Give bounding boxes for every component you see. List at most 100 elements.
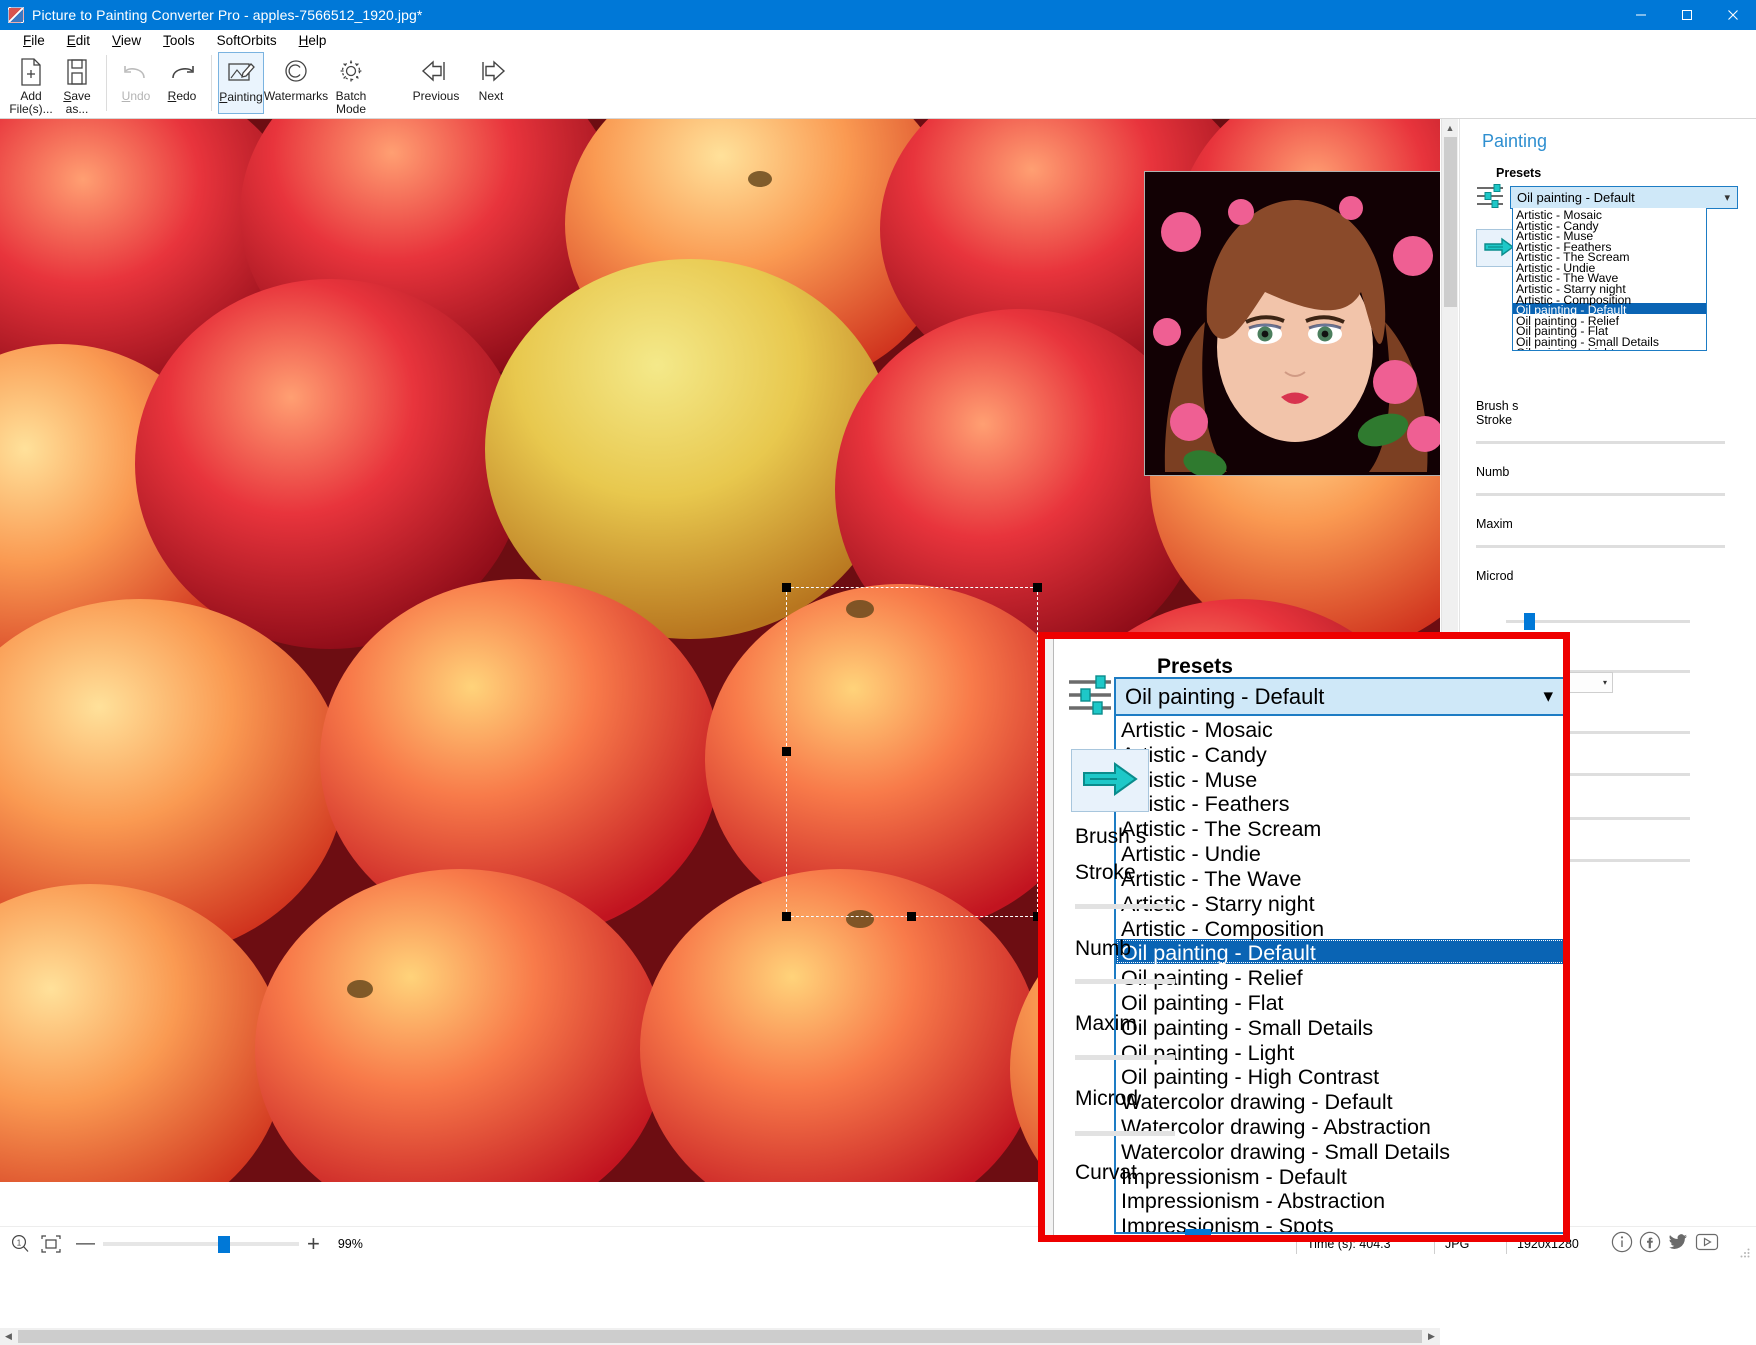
panel-title: Painting	[1482, 131, 1548, 151]
magnifier-label-brush-size: Brush s	[1075, 825, 1147, 848]
toolbar-add-files-button[interactable]: Add File(s)...	[8, 52, 54, 115]
preset-option[interactable]: Artistic - The Wave	[1513, 271, 1706, 285]
slider-knob[interactable]	[1524, 613, 1535, 630]
preset-option[interactable]: Impressionism - Abstraction	[1116, 1187, 1563, 1213]
preset-option[interactable]: Oil painting - Relief	[1116, 964, 1563, 990]
magnifier-preset-listbox[interactable]: Artistic - Mosaic Artistic - Candy Artisti…	[1114, 716, 1563, 1234]
scroll-up-icon[interactable]: ▲	[1442, 119, 1458, 136]
apply-arrow-icon	[1483, 237, 1515, 260]
facebook-icon[interactable]	[1638, 1230, 1662, 1257]
slider-maximum[interactable]	[1476, 537, 1741, 555]
twitter-icon[interactable]	[1666, 1230, 1690, 1257]
preset-option[interactable]: Impressionism - Spots	[1116, 1212, 1563, 1232]
magnifier-preset-combobox[interactable]: Oil painting - Default ▾	[1114, 677, 1563, 716]
menu-softorbits[interactable]: SoftOrbits	[206, 31, 288, 50]
magnifier-apply-button[interactable]	[1071, 749, 1149, 812]
selection-handle-bottom-middle[interactable]	[907, 912, 916, 921]
preset-combobox[interactable]: Oil painting - Default ▾	[1510, 186, 1738, 209]
preset-option[interactable]: Oil painting - Flat	[1116, 989, 1563, 1015]
preset-option[interactable]: Artistic - Undie	[1116, 840, 1563, 866]
zoom-slider[interactable]	[103, 1235, 299, 1253]
preset-option[interactable]: Watercolor drawing - Default	[1116, 1088, 1563, 1114]
vertical-scroll-thumb[interactable]	[1444, 137, 1457, 307]
toolbar-watermarks-button[interactable]: Watermarks	[264, 52, 328, 114]
preset-option[interactable]: Impressionism - Default	[1116, 1163, 1563, 1189]
toolbar-separator-2	[211, 55, 212, 111]
preset-option[interactable]: Artistic - The Wave	[1116, 865, 1563, 891]
preset-option[interactable]: Watercolor drawing - Abstraction	[1116, 1113, 1563, 1139]
toolbar-next-label: Next	[478, 89, 504, 103]
preset-option[interactable]: Oil painting - Default	[1513, 303, 1706, 317]
portrait-preview-image	[1145, 172, 1440, 475]
info-icon[interactable]	[1610, 1230, 1634, 1257]
toolbar-previous-button[interactable]: Previous	[404, 52, 468, 114]
zoom-in-button[interactable]: +	[307, 1231, 320, 1257]
selection-handle-middle-left[interactable]	[782, 747, 791, 756]
toolbar-undo-button[interactable]: Undo	[113, 52, 159, 114]
slider-number[interactable]	[1476, 485, 1741, 503]
fit-to-window-icon[interactable]	[40, 1234, 62, 1254]
preset-option[interactable]: Artistic - Feathers	[1116, 790, 1563, 816]
menu-edit[interactable]: Edit	[56, 31, 101, 50]
toolbar-next-button[interactable]: Next	[468, 52, 514, 114]
toolbar-batch-mode-button[interactable]: Batch Mode	[328, 52, 374, 115]
preview-thumbnail[interactable]	[1144, 171, 1440, 476]
preset-option[interactable]: Oil painting - Light	[1116, 1039, 1563, 1065]
selection-rectangle[interactable]	[782, 583, 1042, 921]
preset-option[interactable]: Artistic - Starry night	[1513, 282, 1706, 296]
preset-option[interactable]: Oil painting - Relief	[1513, 314, 1706, 328]
preset-option[interactable]: Artistic - The Scream	[1513, 250, 1706, 264]
preset-option[interactable]: Artistic - Mosaic	[1513, 208, 1706, 222]
slider-stroke[interactable]	[1476, 433, 1741, 451]
resize-grip[interactable]	[1740, 1246, 1750, 1258]
toolbar-redo-button[interactable]: Redo	[159, 52, 205, 114]
preset-option[interactable]: Artistic - Muse	[1116, 766, 1563, 792]
toolbar-painting-button[interactable]: Painting	[218, 52, 264, 114]
preset-option[interactable]: Oil painting - Small Details	[1513, 335, 1706, 349]
youtube-icon[interactable]	[1694, 1230, 1720, 1257]
preset-listbox[interactable]: Artistic - Mosaic Artistic - Candy Artisti…	[1512, 208, 1707, 351]
preset-option[interactable]: Artistic - Composition	[1116, 915, 1563, 941]
control-label-stroke: Stroke	[1476, 413, 1513, 427]
preset-option[interactable]: Artistic - Feathers	[1513, 240, 1706, 254]
preset-option[interactable]: Artistic - Candy	[1116, 741, 1563, 767]
minimize-button[interactable]	[1618, 0, 1664, 30]
selection-handle-top-right[interactable]	[1033, 583, 1042, 592]
magnifier-track-3[interactable]	[1075, 1055, 1175, 1060]
zoom-icon[interactable]: 1	[10, 1234, 30, 1254]
preset-option[interactable]: Artistic - Candy	[1513, 219, 1706, 233]
magnifier-track-4[interactable]	[1075, 1131, 1175, 1136]
selection-handle-bottom-left[interactable]	[782, 912, 791, 921]
preset-option[interactable]: Artistic - Composition	[1513, 293, 1706, 307]
slider-1[interactable]	[1506, 612, 1706, 630]
magnifier-bottom-knob[interactable]	[1185, 1229, 1211, 1235]
scroll-left-icon[interactable]: ◀	[0, 1331, 17, 1342]
toolbar-painting-label: Painting	[219, 90, 263, 104]
maximize-button[interactable]	[1664, 0, 1710, 30]
preset-option[interactable]: Oil painting - Default	[1116, 939, 1563, 965]
toolbar-save-as-button[interactable]: Save as...	[54, 52, 100, 115]
close-button[interactable]	[1710, 0, 1756, 30]
save-icon	[64, 57, 90, 87]
menu-view[interactable]: View	[101, 31, 152, 50]
horizontal-scroll-thumb[interactable]	[18, 1330, 1422, 1343]
preset-option[interactable]: Artistic - Mosaic	[1116, 716, 1563, 742]
preset-option[interactable]: Artistic - The Scream	[1116, 815, 1563, 841]
scroll-right-icon[interactable]: ▶	[1423, 1331, 1440, 1342]
selection-handle-top-left[interactable]	[782, 583, 791, 592]
zoom-out-button[interactable]: —	[76, 1233, 95, 1255]
preset-option[interactable]: Oil painting - Small Details	[1116, 1014, 1563, 1040]
preset-option[interactable]: Watercolor drawing - Small Details	[1116, 1138, 1563, 1164]
canvas-horizontal-scrollbar[interactable]: ◀ ▶	[0, 1328, 1440, 1345]
slider-track	[1476, 493, 1725, 496]
magnifier-track-2[interactable]	[1075, 979, 1175, 984]
magnifier-track-1[interactable]	[1075, 904, 1175, 909]
preset-option[interactable]: Artistic - Muse	[1513, 229, 1706, 243]
menu-help[interactable]: Help	[288, 31, 338, 50]
menu-file[interactable]: File	[12, 31, 56, 50]
preset-option[interactable]: Oil painting - High Contrast	[1116, 1063, 1563, 1089]
preset-option[interactable]: Artistic - Starry night	[1116, 890, 1563, 916]
zoom-slider-knob[interactable]	[218, 1235, 230, 1253]
preset-option[interactable]: Oil painting - Light	[1513, 346, 1706, 350]
menu-tools[interactable]: Tools	[152, 31, 206, 50]
